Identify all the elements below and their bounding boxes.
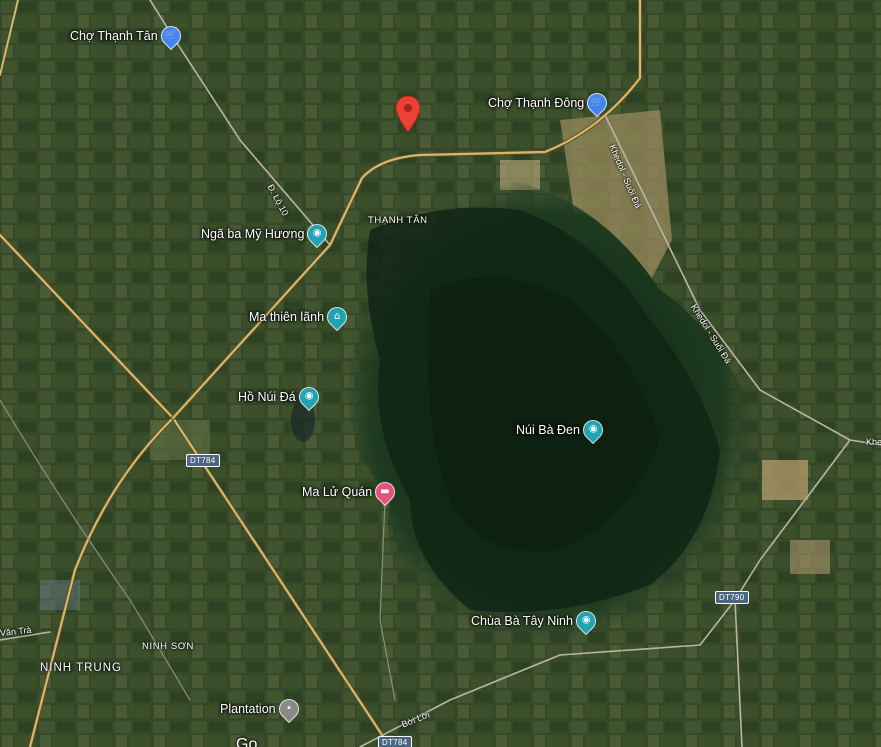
poi-label: Chợ Thạnh Tân bbox=[70, 29, 158, 43]
road-shield-dt784: DT784 bbox=[378, 736, 412, 747]
poi-ma-thien-lanh[interactable]: Ma thiên lãnh ⌂ bbox=[249, 304, 350, 330]
satellite-imagery bbox=[0, 0, 881, 747]
poi-label: Chợ Thạnh Đông bbox=[488, 96, 585, 110]
poi-cho-thanh-tan[interactable]: Chợ Thạnh Tân 🛒 bbox=[70, 23, 184, 49]
road-shield-dt790: DT790 bbox=[715, 591, 749, 604]
poi-nga-ba-my-huong[interactable]: Ngã ba Mỹ Hương ◉ bbox=[201, 221, 331, 247]
poi-ho-nui-da[interactable]: Hồ Núi Đá ◉ bbox=[238, 384, 322, 410]
camera-icon: ◉ bbox=[580, 417, 606, 443]
road-label-khe: Khe bbox=[866, 437, 881, 447]
poi-label: Ma thiên lãnh bbox=[249, 310, 325, 324]
poi-cho-thanh-dong[interactable]: Chợ Thạnh Đông 🛒 bbox=[488, 90, 610, 116]
poi-chua-ba-tay-ninh[interactable]: Chùa Bà Tây Ninh ◉ bbox=[471, 608, 599, 634]
museum-icon: ⌂ bbox=[324, 304, 350, 330]
road-shield-dt784: DT784 bbox=[186, 454, 220, 467]
poi-ma-lu-quan[interactable]: Ma Lử Quán ▬ bbox=[302, 479, 398, 505]
bed-icon: ▬ bbox=[372, 479, 398, 505]
poi-label: Plantation bbox=[220, 702, 276, 716]
selected-location-pin-icon[interactable] bbox=[396, 96, 420, 132]
poi-label: Hồ Núi Đá bbox=[238, 390, 296, 404]
partial-label: Go bbox=[236, 736, 258, 747]
poi-label: Ngã ba Mỹ Hương bbox=[201, 227, 305, 241]
camera-icon: ◉ bbox=[304, 221, 331, 247]
poi-label: Núi Bà Đen bbox=[516, 423, 580, 437]
area-label-thanh-tan: THẠNH TÂN bbox=[368, 215, 428, 226]
poi-label: Ma Lử Quán bbox=[302, 485, 373, 499]
poi-label: Chùa Bà Tây Ninh bbox=[471, 614, 573, 628]
satellite-map[interactable]: THẠNH TÂN NINH SƠN NINH TRUNG Đ. Lộ 10 K… bbox=[0, 0, 881, 747]
poi-plantation[interactable]: Plantation • bbox=[220, 696, 302, 722]
camera-icon: ◉ bbox=[573, 608, 599, 634]
area-label-ninh-son: NINH SƠN bbox=[142, 641, 195, 652]
camera-icon: ◉ bbox=[295, 384, 322, 410]
area-label-ninh-trung: NINH TRUNG bbox=[40, 662, 122, 674]
pin-icon: • bbox=[275, 696, 302, 722]
shopping-cart-icon: 🛒 bbox=[157, 23, 184, 49]
shopping-cart-icon: 🛒 bbox=[584, 90, 610, 116]
poi-nui-ba-den[interactable]: Núi Bà Đen ◉ bbox=[516, 417, 606, 443]
